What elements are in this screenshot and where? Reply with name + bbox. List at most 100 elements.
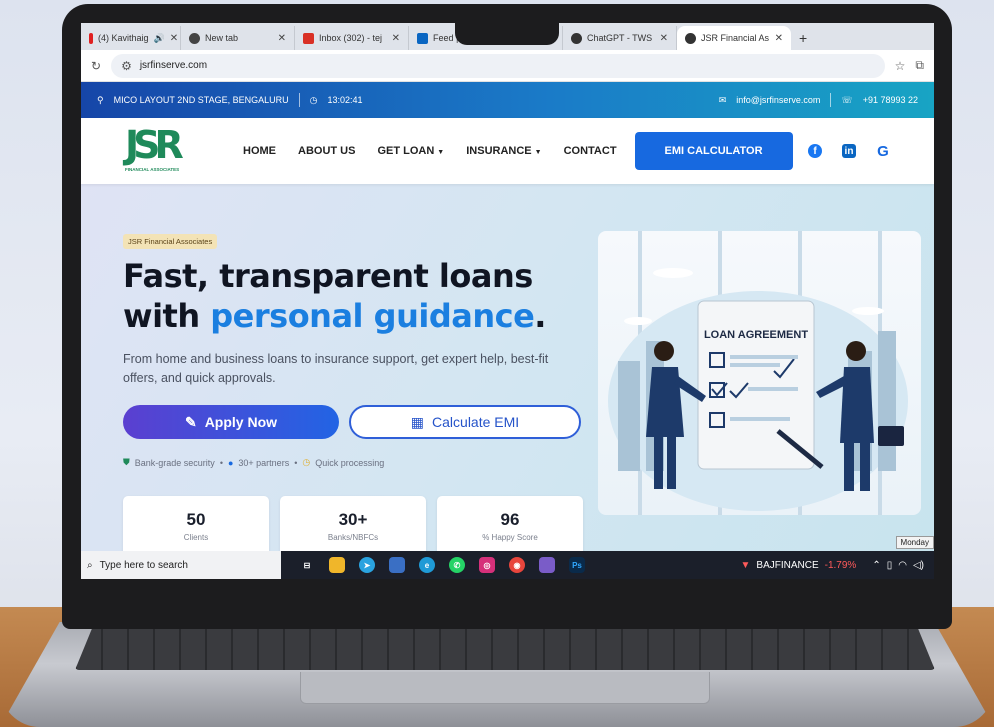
task-view-icon[interactable]: ⊟	[299, 557, 315, 573]
tab-label: JSR Financial As	[701, 33, 770, 43]
stat-card: 30+ Banks/NBFCs	[280, 496, 426, 556]
stat-card: 96 % Happy Score	[437, 496, 583, 556]
stat-label: Banks/NBFCs	[327, 533, 379, 542]
calculate-emi-button[interactable]: ▦ Calculate EMI	[349, 405, 581, 439]
illustration-title: LOAN AGREEMENT	[704, 329, 808, 341]
date-tooltip: Monday	[895, 536, 934, 549]
dot-separator: •	[219, 457, 223, 468]
keyboard	[75, 628, 935, 670]
extensions-icon[interactable]: ⧉	[915, 58, 924, 73]
main-nav: JSR FINANCIAL ASSOCIATES HOME ABOUT US G…	[81, 118, 934, 184]
trust-item: 30+ partners	[238, 457, 290, 468]
stat-number: 96	[500, 510, 520, 529]
hero-lead: From home and business loans to insuranc…	[123, 352, 549, 385]
speaker-icon: 🔊	[153, 32, 165, 43]
illustration-svg: LOAN AGREEMENT	[608, 231, 908, 515]
phone-link[interactable]: +91 78993 22	[863, 95, 918, 105]
volume-icon[interactable]: ◁)	[913, 560, 924, 571]
url-field[interactable]: ⚙ jsrfinserve.com	[111, 53, 885, 78]
trend-down-icon: ▼	[740, 559, 751, 571]
taskbar-apps: ⊟ ➤ e ✆ ◎ ◉ Ps	[299, 557, 585, 573]
nav-item-contact[interactable]: CONTACT	[564, 145, 617, 157]
check-circle-icon: ●	[227, 457, 234, 468]
chrome-icon	[189, 32, 200, 44]
location-pin-icon: ⚲	[97, 94, 104, 105]
address-bar: ↻ ⚙ jsrfinserve.com ☆ ⧉	[81, 50, 934, 82]
camera-notch	[455, 23, 559, 45]
nav-menu: HOME ABOUT US GET LOAN ▼ INSURANCE ▼ CONTA…	[243, 145, 617, 157]
wifi-icon[interactable]: ◠	[898, 560, 907, 571]
email-link[interactable]: info@jsrfinserve.com	[736, 95, 820, 105]
file-explorer-icon[interactable]	[329, 557, 345, 573]
windows-taskbar: ⌕ Type here to search ⊟ ➤ e ✆ ◎ ◉ Ps ▼ B…	[81, 551, 934, 579]
battery-icon[interactable]: ▯	[887, 560, 893, 571]
facebook-icon[interactable]: f	[808, 144, 822, 158]
trust-item: Bank-grade security	[134, 457, 215, 468]
search-placeholder: Type here to search	[99, 559, 188, 571]
instagram-icon[interactable]: ◎	[479, 557, 495, 573]
tab-label: New tab	[205, 33, 239, 43]
top-info-bar: ⚲ MICO LAYOUT 2ND STAGE, BENGALURU ◷ 13:…	[81, 82, 934, 118]
close-icon[interactable]: ✕	[775, 33, 783, 44]
stat-label: Clients	[183, 533, 209, 542]
tray-chevron-icon[interactable]: ⌃	[872, 560, 880, 571]
browser-tab-active[interactable]: JSR Financial As ✕	[677, 26, 791, 50]
stock-ticker[interactable]: ▼ BAJFINANCE -1.79% ⌃ ▯ ◠ ◁)	[741, 560, 935, 571]
search-icon: ⌕	[87, 559, 93, 571]
logo-subtitle: FINANCIAL ASSOCIATES	[125, 167, 180, 172]
photoshop-icon[interactable]: Ps	[569, 557, 585, 573]
address-text: MICO LAYOUT 2ND STAGE, BENGALURU	[113, 95, 289, 105]
hero-title: Fast, transparent loans with personal gu…	[123, 256, 546, 336]
stock-change: -1.79%	[824, 559, 857, 571]
tab-label: (4) Kavithaig	[98, 33, 149, 43]
browser-tab[interactable]: New tab ✕	[181, 26, 295, 50]
nav-item-insurance[interactable]: INSURANCE ▼	[466, 145, 541, 157]
linkedin-icon[interactable]: in	[842, 144, 856, 158]
whatsapp-icon[interactable]: ✆	[449, 557, 465, 573]
linkedin-icon	[417, 32, 428, 44]
logo[interactable]: JSR FINANCIAL ASSOCIATES	[125, 125, 187, 177]
app-icon[interactable]	[539, 557, 555, 573]
jsr-icon	[685, 32, 696, 44]
shield-icon: ⛊	[123, 457, 130, 467]
hero-title-line2: with personal guidance.	[123, 296, 546, 336]
divider	[830, 93, 832, 107]
social-links: f in G	[808, 143, 890, 160]
close-icon[interactable]: ✕	[392, 33, 400, 44]
nav-item-get-loan[interactable]: GET LOAN ▼	[377, 145, 444, 157]
divider	[298, 93, 300, 107]
chrome-icon[interactable]: ◉	[509, 557, 525, 573]
youtube-icon	[89, 32, 93, 44]
close-icon[interactable]: ✕	[660, 33, 668, 44]
site-settings-icon[interactable]: ⚙	[121, 59, 132, 73]
trust-item: Quick processing	[315, 457, 385, 468]
close-icon[interactable]: ✕	[170, 33, 178, 44]
nav-label: GET LOAN	[377, 145, 435, 157]
edge-icon[interactable]: e	[419, 557, 435, 573]
trust-strip: ⛊ Bank-grade security • ● 30+ partners •…	[123, 457, 384, 468]
tab-label: Inbox (302) - tej	[319, 33, 383, 43]
app-icon[interactable]	[389, 557, 405, 573]
title-end: .	[534, 297, 546, 335]
telegram-icon[interactable]: ➤	[359, 557, 375, 573]
reload-icon[interactable]: ↻	[91, 59, 101, 73]
browser-tab[interactable]: ChatGPT - TWS ✕	[563, 26, 677, 50]
gmail-icon	[303, 32, 314, 44]
new-tab-button[interactable]: +	[791, 26, 815, 50]
chatgpt-icon	[571, 32, 582, 44]
apply-now-button[interactable]: ✎ Apply Now	[123, 405, 339, 439]
nav-item-home[interactable]: HOME	[243, 145, 276, 157]
stat-card: 50 Clients	[123, 496, 269, 556]
taskbar-search[interactable]: ⌕ Type here to search	[81, 551, 281, 579]
browser-tab[interactable]: (4) Kavithaig 🔊 ✕	[81, 26, 181, 50]
nav-item-about[interactable]: ABOUT US	[298, 145, 355, 157]
emi-calculator-button[interactable]: EMI CALCULATOR	[634, 132, 793, 170]
browser-tab[interactable]: Inbox (302) - tej ✕	[295, 26, 409, 50]
url-text: jsrfinserve.com	[139, 60, 208, 71]
close-icon[interactable]: ✕	[278, 33, 286, 44]
google-icon[interactable]: G	[876, 143, 890, 160]
dot-separator: •	[294, 457, 298, 468]
caret-down-icon: ▼	[437, 149, 445, 156]
bookmark-star-icon[interactable]: ☆	[895, 59, 906, 73]
headset-icon: ☏	[841, 94, 853, 105]
